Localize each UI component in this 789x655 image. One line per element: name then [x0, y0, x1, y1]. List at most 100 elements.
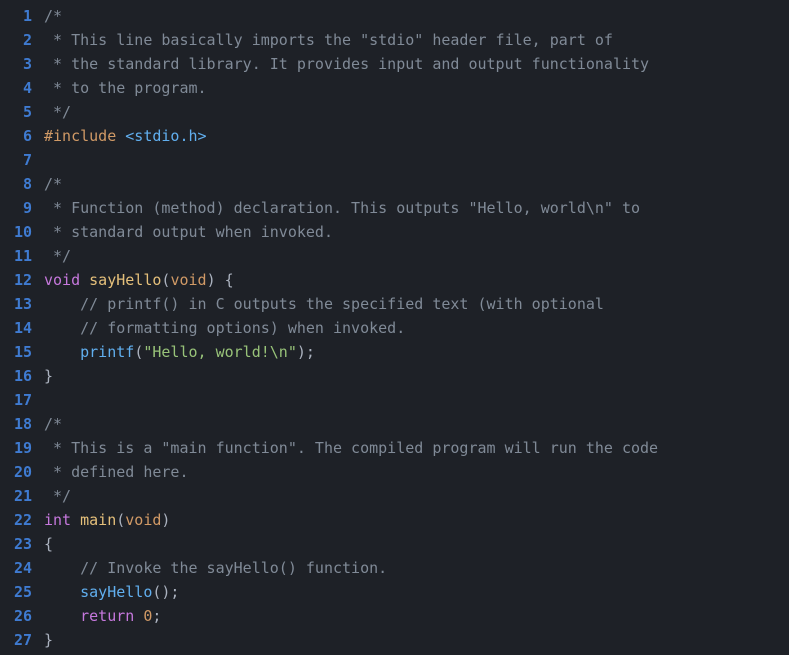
- line-number: 15: [0, 340, 32, 364]
- code-line[interactable]: #include <stdio.h>: [44, 124, 789, 148]
- code-line[interactable]: * the standard library. It provides inpu…: [44, 52, 789, 76]
- line-number: 12: [0, 268, 32, 292]
- code-line[interactable]: {: [44, 532, 789, 556]
- token-punc: }: [44, 631, 53, 649]
- line-number: 16: [0, 364, 32, 388]
- code-line[interactable]: /*: [44, 412, 789, 436]
- code-line[interactable]: // printf() in C outputs the specified t…: [44, 292, 789, 316]
- code-line[interactable]: void sayHello(void) {: [44, 268, 789, 292]
- token-comment: * This is a "main function". The compile…: [44, 439, 658, 457]
- token-punc: [44, 583, 80, 601]
- line-number: 24: [0, 556, 32, 580]
- code-line[interactable]: /*: [44, 4, 789, 28]
- line-number: 19: [0, 436, 32, 460]
- code-line[interactable]: */: [44, 100, 789, 124]
- code-line[interactable]: [44, 388, 789, 412]
- token-punc: }: [44, 367, 53, 385]
- token-funccall: printf: [80, 343, 134, 361]
- token-punc: [71, 511, 80, 529]
- token-comment: // printf() in C outputs the specified t…: [44, 295, 604, 313]
- line-number: 4: [0, 76, 32, 100]
- code-line[interactable]: */: [44, 244, 789, 268]
- token-punc: ;: [152, 607, 161, 625]
- code-line[interactable]: sayHello();: [44, 580, 789, 604]
- line-number-gutter: 1234567891011121314151617181920212223242…: [0, 0, 40, 655]
- token-funcdef: sayHello: [89, 271, 161, 289]
- line-number: 9: [0, 196, 32, 220]
- token-comment: /*: [44, 175, 62, 193]
- code-line[interactable]: * defined here.: [44, 460, 789, 484]
- token-comment: */: [44, 247, 71, 265]
- code-line[interactable]: * to the program.: [44, 76, 789, 100]
- token-keyword: int: [44, 511, 71, 529]
- token-punc: [80, 271, 89, 289]
- line-number: 8: [0, 172, 32, 196]
- code-line[interactable]: */: [44, 484, 789, 508]
- line-number: 3: [0, 52, 32, 76]
- code-line[interactable]: [44, 148, 789, 172]
- token-punc: (: [134, 343, 143, 361]
- token-funcdef: main: [80, 511, 116, 529]
- token-comment: // formatting options) when invoked.: [44, 319, 405, 337]
- line-number: 23: [0, 532, 32, 556]
- token-keyword: void: [44, 271, 80, 289]
- line-number: 2: [0, 28, 32, 52]
- token-punc: ();: [152, 583, 179, 601]
- token-comment: * defined here.: [44, 463, 189, 481]
- token-punc: [134, 607, 143, 625]
- code-area[interactable]: /* * This line basically imports the "st…: [40, 0, 789, 655]
- token-comment: * standard output when invoked.: [44, 223, 333, 241]
- token-comment: * to the program.: [44, 79, 207, 97]
- token-punc: [44, 343, 80, 361]
- token-comment: // Invoke the sayHello() function.: [44, 559, 387, 577]
- line-number: 1: [0, 4, 32, 28]
- token-comment: */: [44, 487, 71, 505]
- token-comment: * the standard library. It provides inpu…: [44, 55, 649, 73]
- code-line[interactable]: * This line basically imports the "stdio…: [44, 28, 789, 52]
- code-line[interactable]: /*: [44, 172, 789, 196]
- token-punc: ) {: [207, 271, 234, 289]
- code-line[interactable]: printf("Hello, world!\n");: [44, 340, 789, 364]
- line-number: 10: [0, 220, 32, 244]
- line-number: 5: [0, 100, 32, 124]
- code-line[interactable]: * Function (method) declaration. This ou…: [44, 196, 789, 220]
- token-string: "Hello, world!\n": [143, 343, 297, 361]
- token-comment: /*: [44, 415, 62, 433]
- token-comment: /*: [44, 7, 62, 25]
- line-number: 7: [0, 148, 32, 172]
- line-number: 26: [0, 604, 32, 628]
- line-number: 25: [0, 580, 32, 604]
- code-line[interactable]: }: [44, 628, 789, 652]
- token-punc: (: [116, 511, 125, 529]
- token-type: void: [170, 271, 206, 289]
- line-number: 20: [0, 460, 32, 484]
- token-punc: {: [44, 535, 53, 553]
- token-punc: ): [161, 511, 170, 529]
- code-editor[interactable]: 1234567891011121314151617181920212223242…: [0, 0, 789, 655]
- line-number: 11: [0, 244, 32, 268]
- code-line[interactable]: }: [44, 364, 789, 388]
- line-number: 14: [0, 316, 32, 340]
- line-number: 18: [0, 412, 32, 436]
- code-line[interactable]: // Invoke the sayHello() function.: [44, 556, 789, 580]
- code-line[interactable]: return 0;: [44, 604, 789, 628]
- token-type: void: [125, 511, 161, 529]
- line-number: 6: [0, 124, 32, 148]
- line-number: 21: [0, 484, 32, 508]
- token-keyword: return: [80, 607, 134, 625]
- token-preproc: #include: [44, 127, 125, 145]
- code-line[interactable]: * This is a "main function". The compile…: [44, 436, 789, 460]
- token-header: <stdio.h>: [125, 127, 206, 145]
- code-line[interactable]: // formatting options) when invoked.: [44, 316, 789, 340]
- token-funccall: sayHello: [80, 583, 152, 601]
- token-punc: [44, 607, 80, 625]
- line-number: 27: [0, 628, 32, 652]
- code-line[interactable]: * standard output when invoked.: [44, 220, 789, 244]
- line-number: 17: [0, 388, 32, 412]
- token-comment: */: [44, 103, 71, 121]
- token-punc: );: [297, 343, 315, 361]
- token-comment: * Function (method) declaration. This ou…: [44, 199, 640, 217]
- line-number: 22: [0, 508, 32, 532]
- line-number: 13: [0, 292, 32, 316]
- code-line[interactable]: int main(void): [44, 508, 789, 532]
